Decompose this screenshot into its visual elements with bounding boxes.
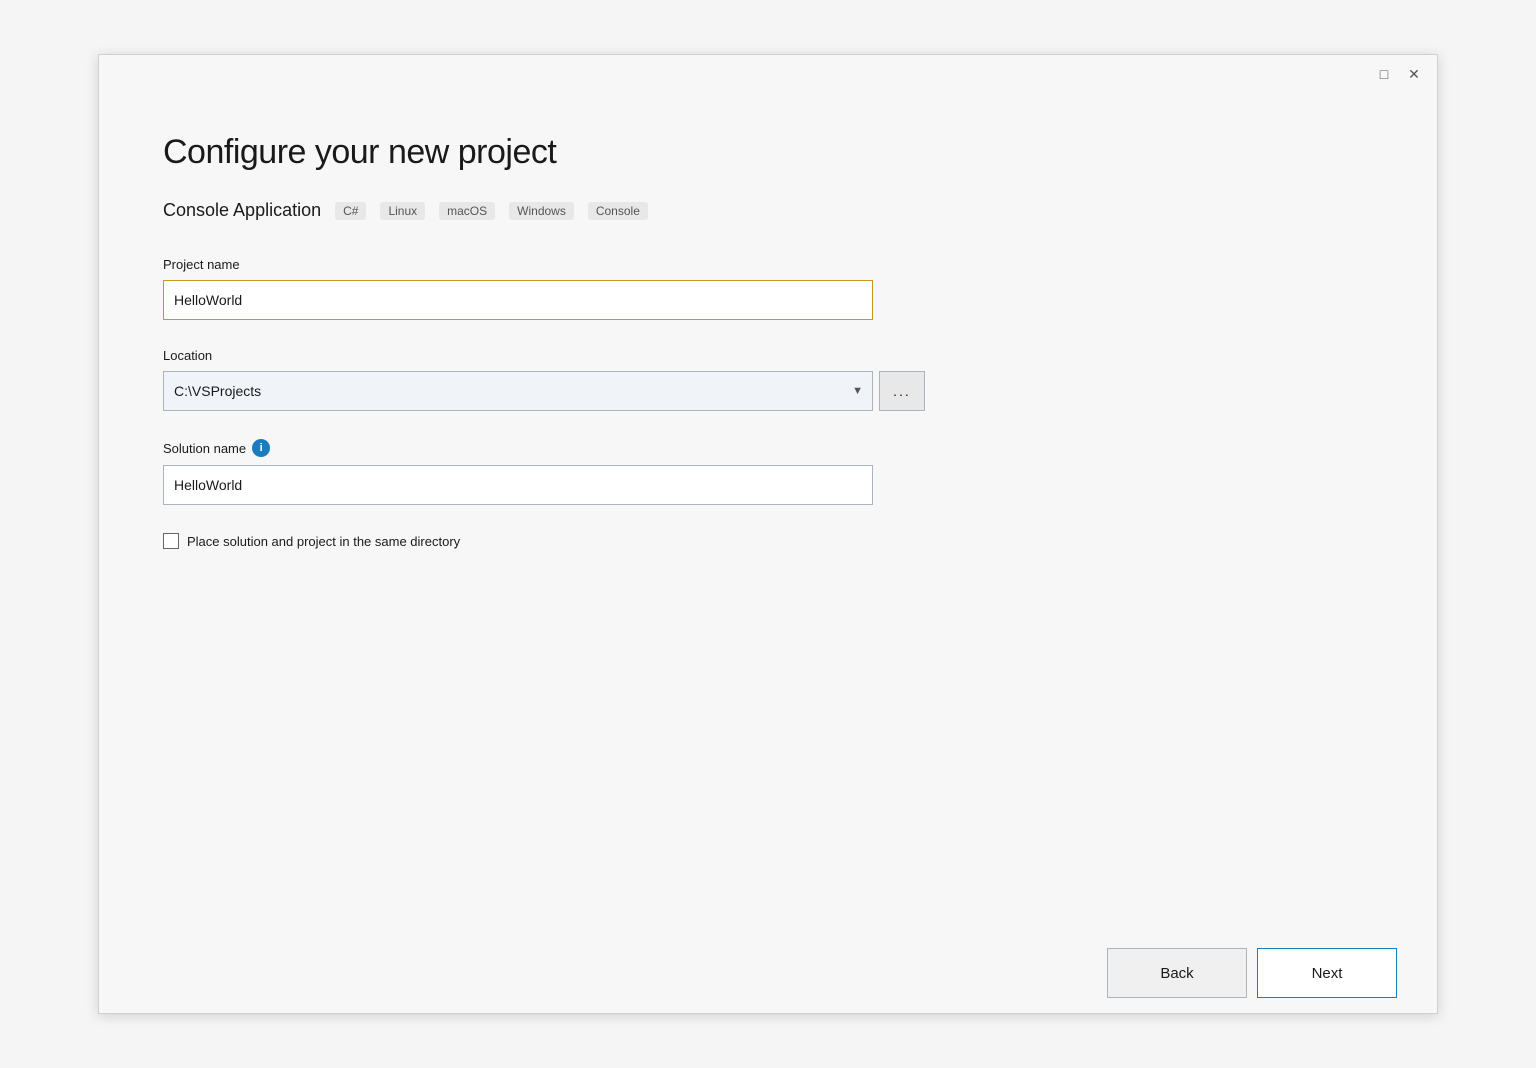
bottom-bar: Back Next: [99, 933, 1437, 1013]
maximize-button[interactable]: □: [1375, 65, 1393, 83]
tag-linux: Linux: [380, 202, 425, 220]
close-button[interactable]: ✕: [1405, 65, 1423, 83]
browse-button[interactable]: ...: [879, 371, 925, 411]
project-name-input[interactable]: [163, 280, 873, 320]
project-name-label: Project name: [163, 257, 1373, 272]
solution-name-input[interactable]: [163, 465, 873, 505]
next-button[interactable]: Next: [1257, 948, 1397, 998]
tag-macos: macOS: [439, 202, 495, 220]
info-icon[interactable]: i: [252, 439, 270, 457]
checkbox-row: Place solution and project in the same d…: [163, 533, 1373, 549]
tag-console: Console: [588, 202, 648, 220]
location-section: Location C:\VSProjects ▼ ...: [163, 348, 1373, 411]
back-button[interactable]: Back: [1107, 948, 1247, 998]
location-select[interactable]: C:\VSProjects: [163, 371, 873, 411]
solution-name-label: Solution name i: [163, 439, 1373, 457]
main-window: □ ✕ Configure your new project Console A…: [98, 54, 1438, 1014]
location-row: C:\VSProjects ▼ ...: [163, 371, 1373, 411]
tag-csharp: C#: [335, 202, 366, 220]
location-label: Location: [163, 348, 1373, 363]
location-select-wrapper: C:\VSProjects ▼: [163, 371, 873, 411]
checkbox-label[interactable]: Place solution and project in the same d…: [187, 534, 460, 549]
tag-windows: Windows: [509, 202, 574, 220]
app-type-label: Console Application: [163, 200, 321, 221]
main-content: Configure your new project Console Appli…: [99, 93, 1437, 589]
project-name-section: Project name: [163, 257, 1373, 320]
page-title: Configure your new project: [163, 133, 1373, 172]
same-directory-checkbox[interactable]: [163, 533, 179, 549]
title-bar: □ ✕: [99, 55, 1437, 93]
subtitle-row: Console Application C# Linux macOS Windo…: [163, 200, 1373, 221]
solution-name-section: Solution name i: [163, 439, 1373, 505]
